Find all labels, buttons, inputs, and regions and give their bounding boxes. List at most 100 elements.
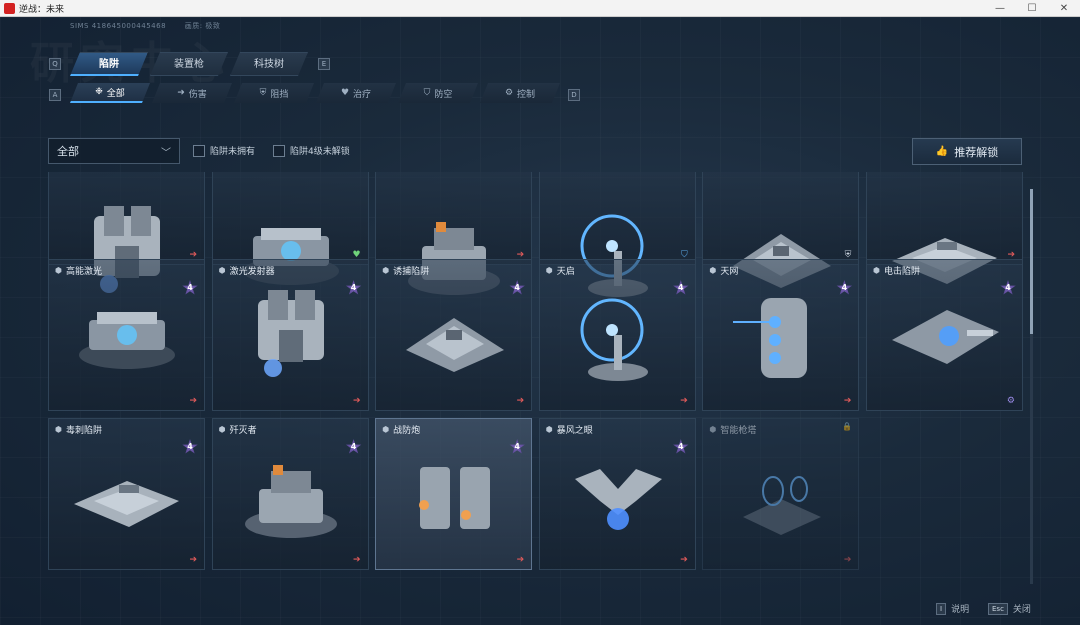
scrollbar[interactable] [1030,189,1033,584]
upgrade-arrow-icon[interactable]: ➔ [353,396,361,406]
cube-icon: ⬢ [545,425,553,434]
upgrade-arrow-icon[interactable]: ➔ [353,555,361,565]
main-tabs: 陷阱 装置枪 科技树 [70,52,310,76]
trap-name: 智能枪塔 [720,426,757,436]
trap-card[interactable]: ➔ [866,172,1023,284]
scrollbar-thumb[interactable] [1030,189,1033,334]
trap-card[interactable]: ♥ [211,172,369,285]
trap-card[interactable]: ⬢ 毒刺陷阱 4 ➔ [48,418,205,570]
minimize-button[interactable]: — [984,3,1016,14]
cube-icon: ⬢ [709,266,717,275]
heal-icon: ♥ [340,88,350,98]
subtab-all[interactable]: ❉ 全部 [70,83,150,103]
cube-icon: ⬢ [873,266,880,275]
trap-card[interactable]: ⬢ 战防炮 4 ➔ [375,418,533,570]
checkbox-label: 陷阱4级未解锁 [290,147,350,157]
subtab-label: 阻挡 [270,89,289,100]
subtab-prev-key[interactable]: A [49,89,61,101]
upgrade-arrow-icon[interactable]: ➔ [680,396,688,406]
subtab-label: 控制 [517,89,536,100]
cube-icon: ⬢ [545,266,553,275]
help-key: I [936,602,947,615]
close-window-button[interactable]: ✕ [1048,3,1080,14]
trap-artwork [892,310,999,364]
trap-name: 毒刺陷阱 [65,426,102,436]
chevron-down-icon: ﹀ [161,147,171,159]
trap-card[interactable]: ⬢ 高能激光 4 ➔ [48,259,205,411]
category-dropdown[interactable]: 全部 ﹀ [48,138,180,164]
trap-name: 暴风之眼 [556,426,593,436]
game-screen: 研究中心 SIMS 418645000445468 画质: 极致 Q 陷阱 装置… [0,17,1080,625]
checkbox[interactable] [273,144,285,157]
control-icon: ⚙ [504,88,514,98]
sub-tabs: ❉ 全部 ➜ 伤害 ⛨ 阻挡 ♥ 治疗 ⛉ 防空 ⚙ 控制 [70,83,562,103]
filter-not-owned[interactable]: 陷阱未拥有 [193,144,255,157]
subtab-next-key[interactable]: D [568,89,580,101]
tab-tech-tree[interactable]: 科技树 [230,52,308,76]
upgrade-arrow-icon[interactable]: ➔ [844,555,852,565]
trap-artwork [733,298,808,378]
control-icon[interactable]: ⚙ [1007,396,1015,406]
trap-card[interactable]: ⬢ 诱捕陷阱 4 ➔ [375,259,533,411]
card-header: ⬢ 电击陷阱 [873,264,920,277]
trap-card[interactable]: ⬢ 激光发射器 4 ➔ [211,259,369,411]
upgrade-arrow-icon[interactable]: ➔ [517,555,525,565]
subtab-damage[interactable]: ➜ 伤害 [152,83,232,103]
upgrade-arrow-icon[interactable]: ➔ [844,396,852,406]
trap-card[interactable]: ⬢ 歼灭者 4 ➔ [211,418,369,570]
trap-card[interactable]: ➔ [375,172,533,295]
cube-icon: ⬢ [55,266,62,275]
upgrade-arrow-icon[interactable]: ➔ [189,555,197,565]
card-header: ⬢ 歼灭者 [219,423,257,436]
trap-card[interactable]: ⬢ 天启 4 ➔ [538,259,696,411]
subtab-label: 防空 [434,89,453,100]
trap-card-grid: ➔ ♥ ➔ ⛉ ⛨ ➔ ⬢ 高能激光 4 ➔ ⬢ 激光发射器 4 ➔ ⬢ 诱捕陷阱 4 ➔ ⬢ … [48,172,1024,586]
block-icon: ⛨ [259,88,267,98]
subtab-label: 治疗 [353,89,372,100]
trap-card[interactable]: ⬢ 智能枪塔 🔒 ➔ [702,418,860,570]
tab-device-guns[interactable]: 装置枪 [150,52,228,76]
trap-card[interactable]: ⬢ 天网 4 ➔ [702,259,860,411]
subtab-control[interactable]: ⚙ 控制 [480,83,560,103]
upgrade-arrow-icon[interactable]: ➔ [189,396,197,406]
subtab-heal[interactable]: ♥ 治疗 [316,83,396,103]
thumbs-up-icon: 👍 [935,146,949,157]
card-header: ⬢ 天启 [546,264,575,277]
upgrade-arrow-icon[interactable]: ➔ [517,396,525,406]
subtab-label: 全部 [106,88,125,99]
trap-name: 激光发射器 [229,267,275,277]
trap-card[interactable]: ⛉ [538,172,696,297]
trap-name: 天网 [720,267,739,277]
subtab-label: 伤害 [188,89,207,100]
lock-icon: 🔒 [842,422,853,431]
card-header: ⬢ 天网 [709,264,738,277]
window-title: 逆战：未来 [19,4,65,15]
filter-level4-locked[interactable]: 陷阱4级未解锁 [273,144,350,157]
subtab-antiair[interactable]: ⛉ 防空 [398,83,478,103]
trap-card[interactable]: ⬢ 电击陷阱 4 ⚙ [866,259,1023,411]
tab-prev-key[interactable]: Q [49,58,61,70]
card-header: ⬢ 战防炮 [382,423,420,436]
checkbox[interactable] [193,144,205,157]
help-hint[interactable]: I 说明 [936,602,969,615]
app-icon [4,2,15,14]
cube-icon: ⬢ [382,425,390,434]
close-label: 关闭 [1012,605,1031,615]
trap-card[interactable]: ⬢ 暴风之眼 4 ➔ [538,418,696,570]
trap-card[interactable]: ⛨ [702,172,860,288]
trap-artwork [257,290,324,377]
cube-icon: ⬢ [55,425,62,434]
maximize-button[interactable]: ☐ [1016,3,1048,14]
trap-card[interactable]: ➔ [48,172,205,293]
close-hint[interactable]: Esc 关闭 [988,602,1031,615]
upgrade-arrow-icon[interactable]: ➔ [680,555,688,565]
damage-icon: ➜ [177,88,185,98]
tab-traps[interactable]: 陷阱 [70,52,148,76]
checkbox-label: 陷阱未拥有 [210,147,256,157]
recommend-unlock-button[interactable]: 👍 推荐解锁 [912,138,1022,165]
trap-name: 歼灭者 [229,426,257,436]
trap-artwork [743,476,822,535]
subtab-block[interactable]: ⛨ 阻挡 [234,83,314,103]
tab-next-key[interactable]: E [318,58,330,70]
cube-icon: ⬢ [218,425,226,434]
